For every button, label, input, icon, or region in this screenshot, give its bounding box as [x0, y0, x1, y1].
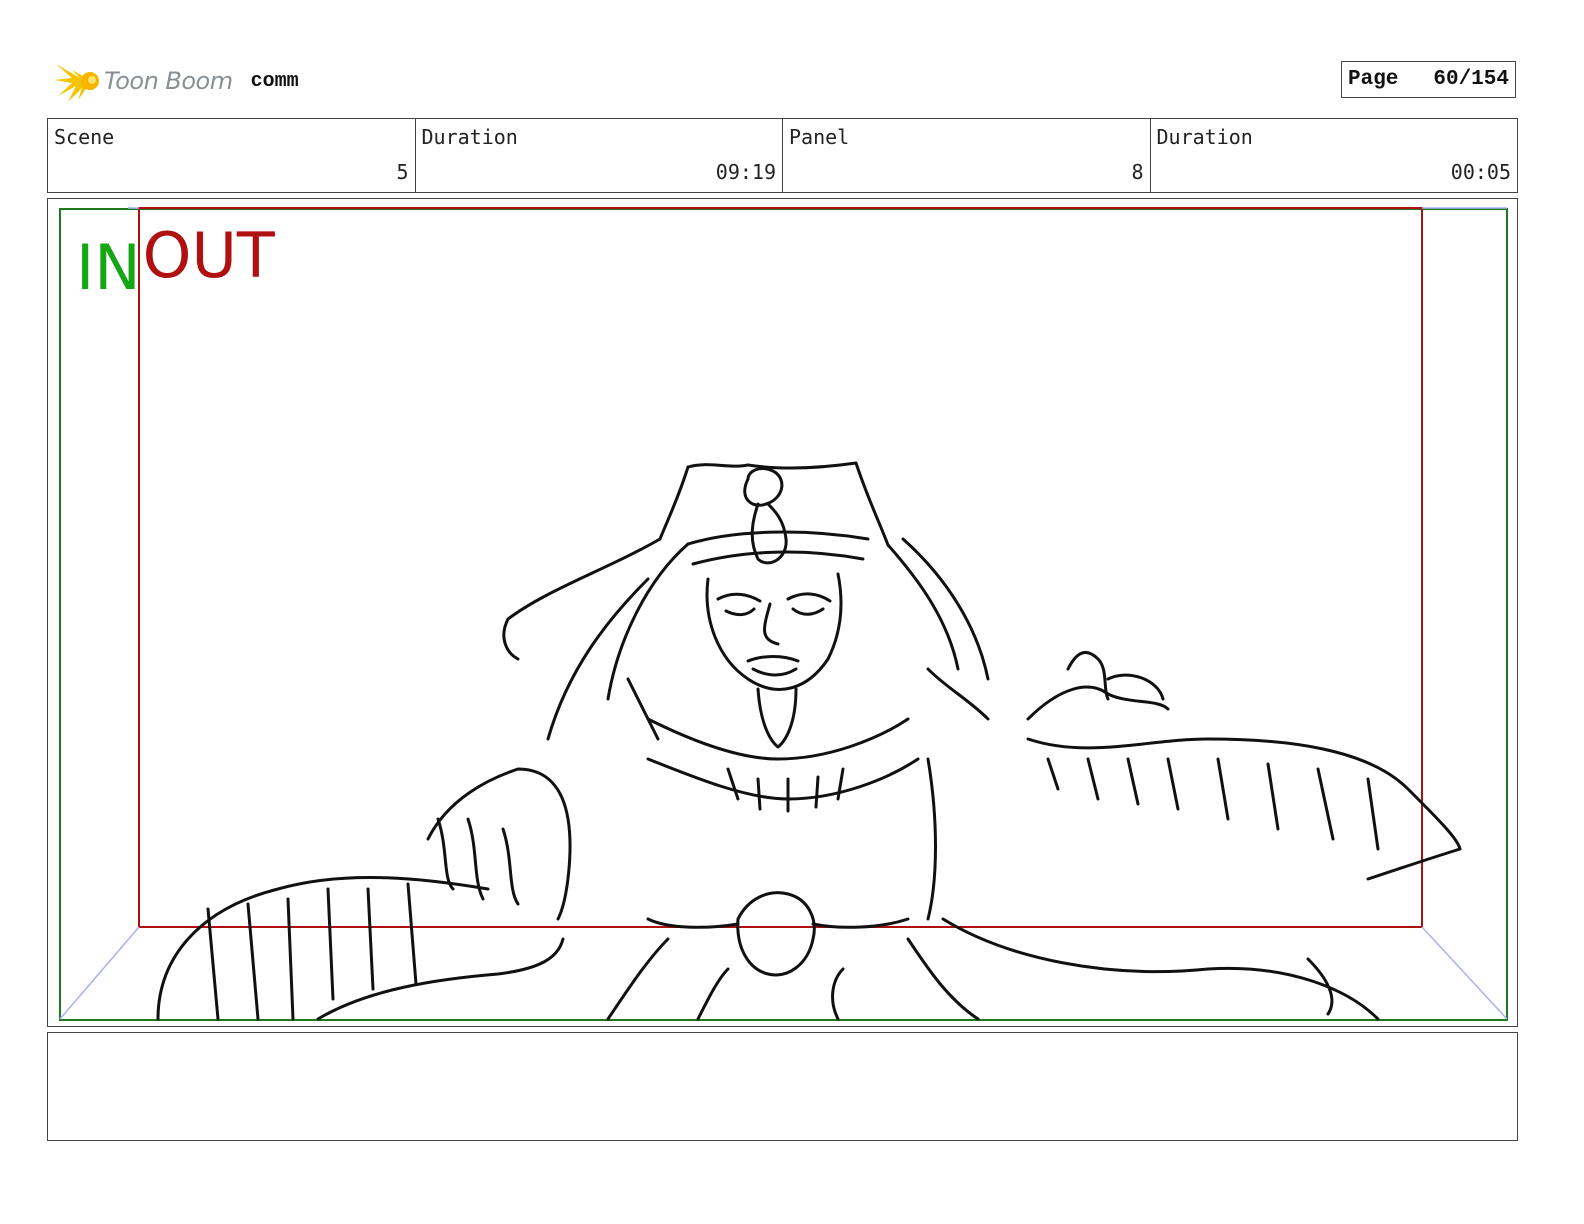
- scene-cell: Scene 5: [48, 119, 416, 192]
- camera-move-guides: [59, 207, 1508, 1020]
- character-sketch-icon: [156, 461, 1462, 1021]
- storyboard-panel: INOUT: [47, 198, 1518, 1027]
- scene-duration-value: 09:19: [715, 160, 776, 184]
- out-camera-frame: [138, 207, 1423, 928]
- panel-label: Panel: [789, 125, 850, 149]
- in-camera-frame: [59, 208, 1508, 1021]
- panel-notes-box[interactable]: [47, 1032, 1518, 1141]
- scene-duration-cell: Duration 09:19: [416, 119, 783, 192]
- header: Toon Boom comm: [52, 56, 299, 106]
- panel-duration-cell: Duration 00:05: [1151, 119, 1518, 192]
- in-label: IN: [76, 231, 141, 304]
- scene-duration-label: Duration: [421, 125, 518, 149]
- panel-duration-label: Duration: [1156, 125, 1253, 149]
- panel-duration-value: 00:05: [1450, 160, 1511, 184]
- panel-cell: Panel 8: [783, 119, 1151, 192]
- page-indicator: Page 60/154: [1341, 61, 1516, 98]
- logo-text: Toon Boom: [104, 67, 233, 95]
- scene-value: 5: [396, 160, 409, 184]
- panel-drawing: [59, 207, 1508, 1021]
- project-name: comm: [250, 69, 299, 93]
- out-label: OUT: [142, 219, 275, 292]
- page-number: 60/154: [1433, 68, 1509, 91]
- scene-label: Scene: [54, 125, 115, 149]
- page-label: Page: [1348, 68, 1399, 91]
- panel-value: 8: [1131, 160, 1144, 184]
- scene-info-table: Scene 5 Duration 09:19 Panel 8 Duration …: [47, 118, 1518, 193]
- toon-boom-logo-icon: [54, 64, 99, 102]
- in-out-labels: INOUT: [76, 225, 275, 299]
